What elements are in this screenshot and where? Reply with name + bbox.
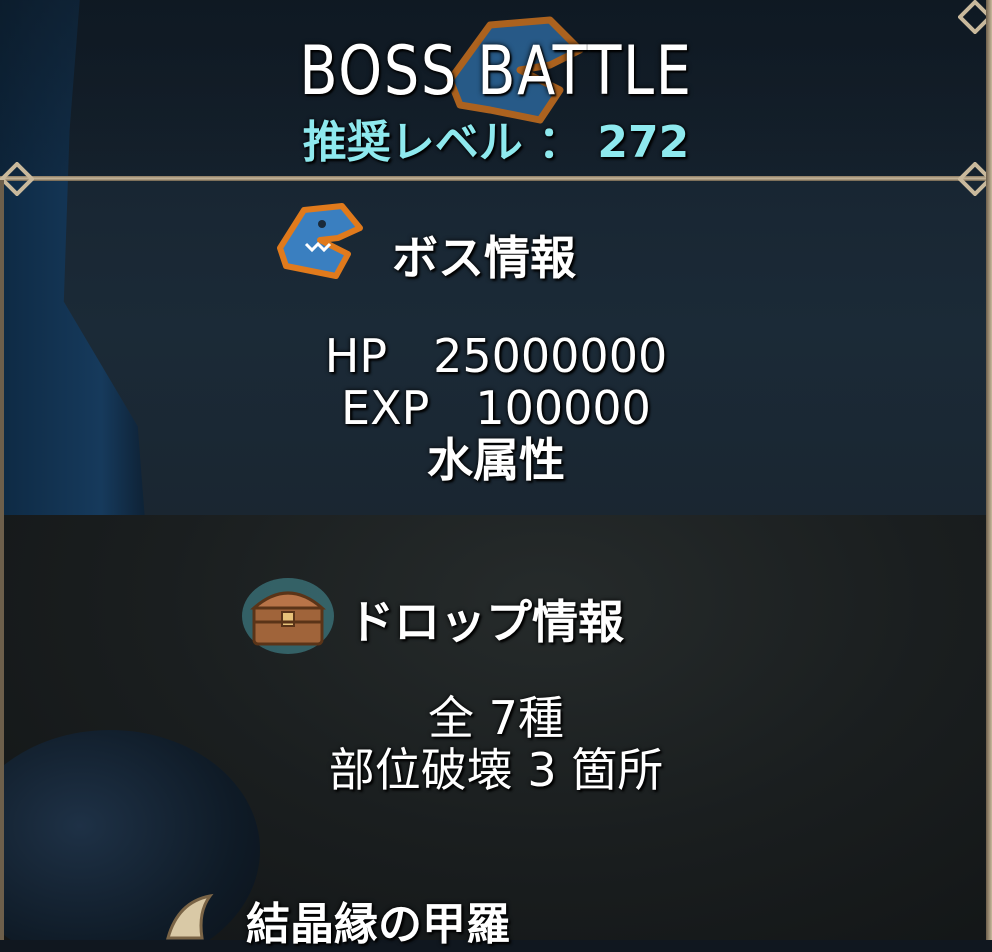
- drop-info-heading: ドロップ情報: [348, 595, 624, 649]
- left-frame-border: [0, 180, 4, 940]
- boss-info-heading: ボス情報: [392, 231, 576, 285]
- boss-element: 水属性: [427, 433, 565, 487]
- claw-icon: [166, 893, 214, 940]
- top-divider: [0, 176, 992, 181]
- breakable-parts: 部位破壊 3 箇所: [328, 743, 664, 797]
- recommended-level: 推奨レベル ： 272: [302, 117, 690, 168]
- treasure-chest-icon: [242, 578, 334, 654]
- boss-battle-title: BOSS BATTLE: [299, 32, 693, 111]
- boss-hp: HP 25000000: [324, 329, 668, 383]
- boss-exp: EXP 100000: [341, 381, 651, 435]
- drop-total: 全 7種: [428, 691, 564, 745]
- shark-head-icon: [277, 203, 363, 279]
- drop-item-first[interactable]: 結晶縁の甲羅: [246, 888, 510, 952]
